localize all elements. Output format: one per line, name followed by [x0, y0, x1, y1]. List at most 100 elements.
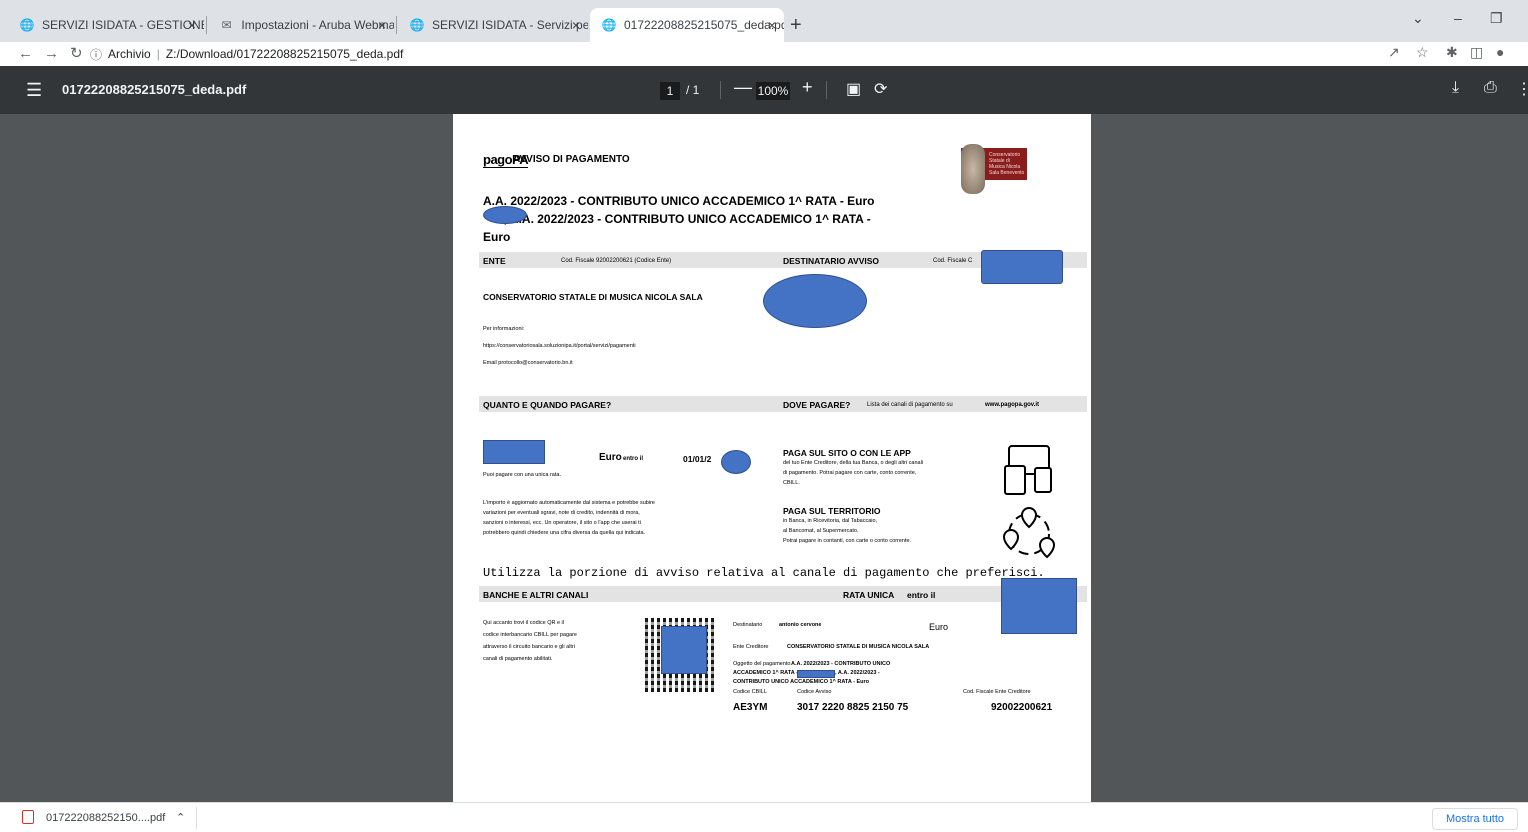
- tab-search-icon[interactable]: ⌄: [1412, 10, 1424, 27]
- page-total: / 1: [686, 83, 700, 97]
- utilizza-line: Utilizza la porzione di avviso relativa …: [483, 566, 1045, 580]
- menu-icon[interactable]: ☰: [26, 80, 42, 101]
- dove-link[interactable]: www.pagopa.gov.it: [985, 402, 1039, 408]
- redaction-mark: [483, 206, 527, 224]
- close-icon[interactable]: ×: [188, 17, 196, 33]
- oggetto-line: A.A. 2022/2023 - CONTRIBUTO UNICO: [791, 661, 891, 667]
- info-icon[interactable]: ⓘ: [90, 46, 102, 63]
- euro-amount-label: Euro: [929, 622, 949, 632]
- destinatario-cf: Cod. Fiscale C: [933, 258, 973, 264]
- tab-servizi-gestione[interactable]: 🌐 SERVIZI ISIDATA - GESTIONE TIPO ×: [8, 8, 204, 42]
- dove-label: DOVE PAGARE?: [783, 400, 851, 410]
- codice-cbill: AE3YM: [733, 702, 768, 713]
- share-icon[interactable]: ↗: [1388, 44, 1400, 61]
- logo-text: Conservatorio Statale di Musica Nicola S…: [989, 152, 1025, 176]
- redaction-mark: [721, 450, 751, 474]
- logo-portrait: [961, 144, 985, 194]
- tab-servizi-studenti[interactable]: 🌐 SERVIZI ISIDATA - Servizi per gli s ×: [398, 8, 588, 42]
- importo-note: variazioni per eventuali sgravi, note di…: [483, 510, 640, 516]
- codice-cbill-label: Codice CBILL: [733, 689, 767, 695]
- extensions-icon[interactable]: ✱: [1446, 44, 1458, 61]
- minimize-icon[interactable]: –: [1454, 10, 1462, 26]
- codice-avviso: 3017 2220 8825 2150 75: [797, 702, 909, 713]
- oggetto-line: CONTRIBUTO UNICO ACCADEMICO 1^ RATA - Eu…: [733, 679, 870, 685]
- oggetto-label: Oggetto del pagamento: [733, 661, 791, 667]
- show-all-button[interactable]: Mostra tutto: [1432, 808, 1518, 830]
- shelf-divider: [196, 807, 197, 829]
- paga-sito-text: CBILL.: [783, 480, 800, 486]
- toolbar-divider: [826, 81, 827, 99]
- pdf-title: 01722208825215075_deda.pdf: [62, 82, 247, 97]
- tab-pdf-active[interactable]: 🌐 01722208825215075_deda.pdf ×: [590, 8, 784, 42]
- address-bar[interactable]: ⓘ Archivio | Z:/Download/017222088252150…: [90, 44, 403, 64]
- reload-icon[interactable]: ↻: [70, 42, 83, 66]
- ente-cf: Cod. Fiscale 92002200621 (Codice Ente): [561, 258, 672, 264]
- banche-label: BANCHE E ALTRI CANALI: [483, 590, 589, 600]
- forward-icon[interactable]: →: [44, 42, 59, 66]
- ente-creditore-label: Ente Creditore: [733, 644, 769, 650]
- page-number-input[interactable]: 1: [660, 82, 680, 100]
- ente-creditore-name: CONSERVATORIO STATALE DI MUSICA NICOLA S…: [787, 644, 930, 650]
- zoom-in-button[interactable]: +: [802, 77, 813, 98]
- destinatario-label: DESTINATARIO AVVISO: [783, 256, 880, 266]
- close-icon[interactable]: ×: [378, 17, 386, 33]
- redaction-mark: [797, 670, 835, 678]
- subject-line: A.A. 2022/2023 - CONTRIBUTO UNICO ACCADE…: [483, 194, 875, 208]
- pdf-file-icon: [22, 810, 34, 824]
- qr-text: attraverso il circuito bancario e gli al…: [483, 644, 576, 650]
- cf-ente-label: Cod. Fiscale Ente Creditore: [963, 689, 1031, 695]
- chevron-up-icon[interactable]: ⌃: [176, 811, 185, 824]
- tab-label: SERVIZI ISIDATA - GESTIONE TIPO: [42, 18, 204, 32]
- close-icon[interactable]: ×: [768, 17, 776, 33]
- rotate-icon[interactable]: ⟳: [874, 79, 887, 99]
- subject-line: 0, A.A. 2022/2023 - CONTRIBUTO UNICO ACC…: [497, 212, 871, 226]
- redaction-mark: [981, 250, 1063, 284]
- ente-name: CONSERVATORIO STATALE DI MUSICA NICOLA S…: [483, 292, 703, 302]
- info-email[interactable]: Email protocollo@conservatorio.bn.it: [483, 360, 573, 366]
- dove-text: Lista dei canali di pagamento su: [867, 402, 953, 408]
- qr-text: codice interbancario CBILL per pagare: [483, 632, 577, 638]
- download-icon[interactable]: ⤓: [1452, 79, 1459, 97]
- side-panel-icon[interactable]: ◫: [1470, 44, 1483, 61]
- print-icon[interactable]: ⎙: [1484, 79, 1497, 97]
- document-heading: AVVISO DI PAGAMENTO: [513, 154, 630, 165]
- zoom-out-button[interactable]: —: [734, 77, 752, 98]
- restore-icon[interactable]: ❐: [1490, 10, 1503, 27]
- qr-text: canali di pagamento abilitati.: [483, 656, 553, 662]
- url-text[interactable]: Z:/Download/01722208825215075_deda.pdf: [166, 47, 404, 61]
- tab-label: 01722208825215075_deda.pdf: [624, 18, 784, 32]
- paga-sito-text: di pagamento. Potrai pagare con carte, c…: [783, 470, 917, 476]
- bookmark-star-icon[interactable]: ☆: [1416, 44, 1429, 61]
- codice-avviso-label: Codice Avviso: [797, 689, 832, 695]
- importo-note: sanzioni o interessi, ecc. Un operatore,…: [483, 520, 641, 526]
- quanto-label: QUANTO E QUANDO PAGARE?: [483, 400, 612, 410]
- close-icon[interactable]: ×: [572, 17, 580, 33]
- webmail-icon: ✉: [221, 18, 232, 32]
- redaction-mark: [1001, 578, 1077, 634]
- info-url[interactable]: https://conservatoriosala.soluzionipa.it…: [483, 343, 636, 349]
- tab-aruba-webmail[interactable]: ✉ Impostazioni - Aruba Webmail ×: [208, 8, 394, 42]
- fit-page-icon[interactable]: ▣: [846, 79, 861, 99]
- redaction-mark: [661, 626, 707, 674]
- paga-territorio-title: PAGA SUL TERRITORIO: [783, 506, 881, 516]
- tab-separator: [206, 16, 207, 34]
- tab-separator: [396, 16, 397, 34]
- address-separator: |: [156, 47, 160, 61]
- more-options-icon[interactable]: ⋮: [1516, 79, 1528, 99]
- profile-icon[interactable]: ●: [1496, 44, 1504, 60]
- destinatario-label: Destinatario: [733, 622, 763, 628]
- cf-ente: 92002200621: [991, 702, 1053, 713]
- importo-note: L'importo è aggiornato automaticamente d…: [483, 500, 655, 506]
- globe-icon: 🌐: [601, 18, 617, 32]
- subject-line: Euro: [483, 230, 511, 244]
- rata-entro: entro il: [907, 590, 936, 600]
- zoom-input[interactable]: 100%: [756, 82, 790, 100]
- new-tab-button[interactable]: +: [790, 14, 802, 37]
- globe-icon: 🌐: [409, 18, 425, 32]
- pdf-document-area[interactable]: pagoPA AVVISO DI PAGAMENTO Conservatorio…: [0, 114, 1528, 802]
- payment-subject: A.A. 2022/2023 - CONTRIBUTO UNICO ACCADE…: [483, 192, 903, 246]
- paga-sito-text: del tuo Ente Creditore, della tua Banca,…: [783, 460, 924, 466]
- back-icon[interactable]: ←: [18, 42, 33, 66]
- tab-strip: 🌐 SERVIZI ISIDATA - GESTIONE TIPO × ✉ Im…: [0, 0, 1528, 42]
- download-filename[interactable]: 017222088252150....pdf: [46, 812, 165, 824]
